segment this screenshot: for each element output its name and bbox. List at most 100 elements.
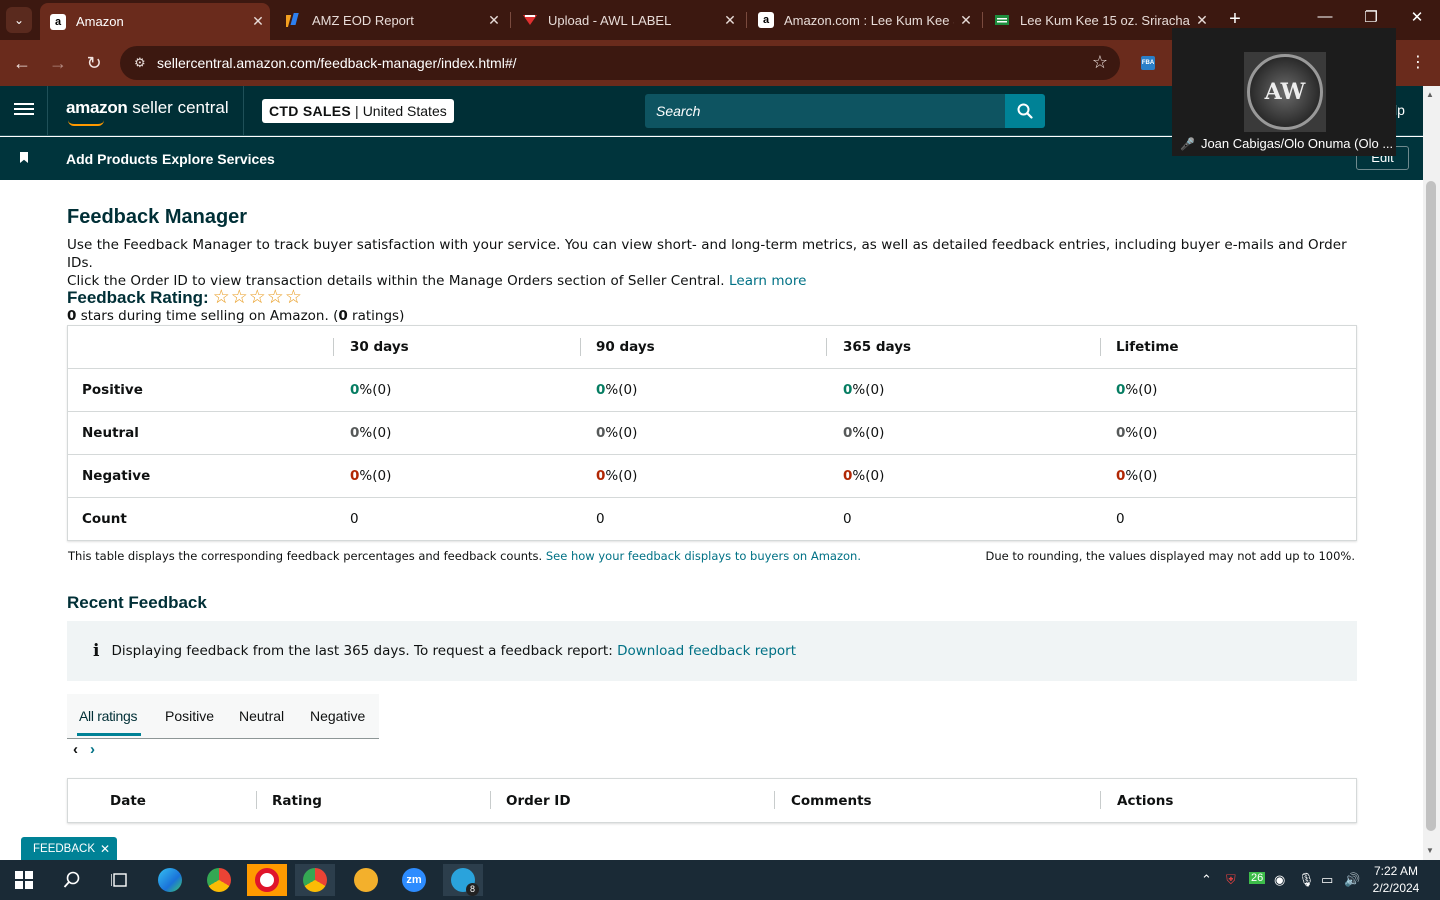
nav-explore-services[interactable]: Explore Services — [162, 151, 275, 167]
rounding-note: Due to rounding, the values displayed ma… — [985, 549, 1356, 563]
amazon-favicon-icon: a — [50, 13, 66, 30]
window-close-icon[interactable]: ✕ — [1402, 8, 1432, 26]
tray-badge-icon[interactable]: 26 — [1249, 872, 1266, 884]
chrome-profile-icon[interactable] — [295, 864, 335, 896]
microphone-icon[interactable]: 🎙 — [1298, 872, 1315, 888]
chevron-right-icon[interactable]: › — [90, 741, 95, 758]
bookmark-icon[interactable] — [20, 152, 28, 163]
metric-cell: 0 %(0) — [843, 382, 885, 398]
tab-all-ratings[interactable]: All ratings — [79, 708, 137, 724]
sheet-favicon-icon — [994, 12, 1010, 28]
intro-text: Use the Feedback Manager to track buyer … — [67, 237, 1347, 289]
metric-cell: 0 — [350, 511, 359, 527]
metric-cell: 0 %(0) — [350, 425, 392, 441]
tab-title: Lee Kum Kee 15 oz. Sriracha M — [1020, 12, 1190, 28]
close-tab-icon[interactable]: ✕ — [246, 13, 270, 30]
minimize-icon[interactable]: — — [1310, 8, 1340, 25]
new-tab-plus-icon[interactable]: + — [1224, 8, 1246, 30]
windows-taskbar: zm 8 ⌃ ⛨ 26 ◉ 🎙 ▭ 🔊 — [0, 860, 1440, 900]
meet-now-icon[interactable]: ◉ — [1274, 872, 1285, 888]
nav-add-products[interactable]: Add Products — [66, 151, 158, 167]
security-shield-icon[interactable]: ⛨ — [1226, 872, 1236, 888]
column-header-actions[interactable]: Actions — [1117, 779, 1173, 823]
row-label: Positive — [82, 382, 143, 398]
column-header-order-id[interactable]: Order ID — [506, 779, 571, 823]
scroll-down-icon[interactable]: ▼ — [1426, 846, 1434, 855]
windows-start-icon[interactable] — [4, 864, 44, 896]
metric-cell: 0 %(0) — [1116, 382, 1158, 398]
tab-title: Amazon.com : Lee Kum Kee Sri — [784, 12, 954, 28]
metric-cell: 0 %(0) — [843, 468, 885, 484]
metric-cell: 0 %(0) — [843, 425, 885, 441]
feedback-display-link[interactable]: See how your feedback displays to buyers… — [546, 549, 861, 563]
site-settings-icon[interactable]: ⚙ — [134, 55, 146, 71]
close-icon[interactable]: ✕ — [100, 842, 110, 856]
close-tab-icon[interactable]: ✕ — [718, 12, 742, 29]
seller-central-logo[interactable]: amazon seller central — [66, 98, 229, 118]
table-row-count: Count 0 0 0 0 — [68, 497, 1356, 540]
browser-menu-icon[interactable]: ⋮ — [1410, 52, 1426, 72]
rating-filter-tabs: All ratings Positive Neutral Negative — [67, 694, 379, 739]
bookmark-star-icon[interactable]: ☆ — [1092, 52, 1108, 73]
system-clock[interactable]: 7:22 AM 2/2/2024 — [1360, 863, 1432, 897]
metric-cell: 0 %(0) — [350, 468, 392, 484]
chevron-down-icon: ⌄ — [13, 13, 25, 27]
column-header-comments[interactable]: Comments — [791, 779, 872, 823]
search-input[interactable] — [645, 94, 1005, 128]
tab-negative[interactable]: Negative — [310, 708, 365, 724]
close-tab-icon[interactable]: ✕ — [954, 12, 978, 29]
browser-tab-amazon[interactable]: a Amazon ✕ — [40, 3, 270, 40]
zoom-app-icon[interactable]: zm — [394, 864, 434, 896]
download-feedback-report-link[interactable]: Download feedback report — [617, 643, 796, 659]
participant-name: 🎤 Joan Cabigas/Olo Onuma (Olo ... — [1180, 136, 1394, 151]
feedback-button[interactable]: FEEDBACK ✕ — [21, 837, 118, 860]
page-scrollbar[interactable]: ▲ ▼ — [1423, 86, 1440, 860]
browser-tab-eod-report[interactable]: AMZ EOD Report ✕ — [276, 0, 506, 40]
tab-search-button[interactable]: ⌄ — [6, 7, 32, 33]
participant-avatar: AW — [1244, 52, 1326, 132]
metric-cell: 0 — [596, 511, 605, 527]
search-icon — [1017, 103, 1033, 119]
telegram-app-icon[interactable]: 8 — [443, 864, 483, 896]
address-bar[interactable]: ⚙ sellercentral.amazon.com/feedback-mana… — [120, 46, 1120, 80]
column-header-date[interactable]: Date — [110, 779, 146, 823]
task-view-icon[interactable] — [100, 864, 140, 896]
tab-positive[interactable]: Positive — [165, 708, 214, 724]
forward-arrow-icon[interactable]: → — [46, 51, 70, 75]
tab-title: AMZ EOD Report — [312, 12, 414, 28]
search-button[interactable] — [1005, 94, 1045, 128]
close-tab-icon[interactable]: ✕ — [1190, 12, 1214, 29]
chrome-browser-icon[interactable] — [199, 864, 239, 896]
tab-neutral[interactable]: Neutral — [239, 708, 284, 724]
show-hidden-icons-icon[interactable]: ⌃ — [1201, 872, 1212, 888]
rating-summary: 0 stars during time selling on Amazon. (… — [67, 308, 405, 324]
scroll-thumb[interactable] — [1426, 181, 1436, 831]
restore-icon[interactable]: ❐ — [1356, 8, 1386, 26]
network-icon[interactable]: ▭ — [1321, 872, 1333, 888]
volume-icon[interactable]: 🔊 — [1344, 872, 1360, 888]
url-text[interactable]: sellercentral.amazon.com/feedback-manage… — [157, 55, 517, 71]
search-icon[interactable] — [52, 864, 92, 896]
table-row-negative: Negative 0 %(0) 0 %(0) 0 %(0) 0 %(0) — [68, 454, 1356, 497]
notification-badge: 8 — [466, 883, 479, 896]
column-header-rating[interactable]: Rating — [272, 779, 322, 823]
edge-browser-icon[interactable] — [150, 864, 190, 896]
opera-browser-icon[interactable] — [247, 864, 287, 896]
browser-tab-upload-awl[interactable]: Upload - AWL LABEL ✕ — [512, 0, 742, 40]
hamburger-menu-icon[interactable] — [14, 100, 34, 120]
header-divider — [243, 86, 244, 136]
tab-title: Upload - AWL LABEL — [548, 12, 672, 28]
reload-icon[interactable]: ↻ — [82, 51, 106, 75]
account-switcher[interactable]: CTD SALES | United States — [262, 99, 454, 123]
fba-extension-icon[interactable]: FBA — [1141, 56, 1155, 70]
browser-tab-amazon-product[interactable]: a Amazon.com : Lee Kum Kee Sri ✕ — [748, 0, 978, 40]
close-tab-icon[interactable]: ✕ — [482, 12, 506, 29]
learn-more-link[interactable]: Learn more — [729, 273, 807, 289]
amazon-smile-icon — [68, 120, 104, 126]
chevron-left-icon[interactable]: ‹ — [73, 741, 78, 758]
duck-app-icon[interactable] — [346, 864, 386, 896]
back-arrow-icon[interactable]: ← — [10, 51, 34, 75]
scroll-up-icon[interactable]: ▲ — [1426, 90, 1434, 99]
zoom-video-overlay[interactable]: AW 🎤 Joan Cabigas/Olo Onuma (Olo ... — [1172, 28, 1396, 156]
metric-cell: 0 — [1116, 511, 1125, 527]
